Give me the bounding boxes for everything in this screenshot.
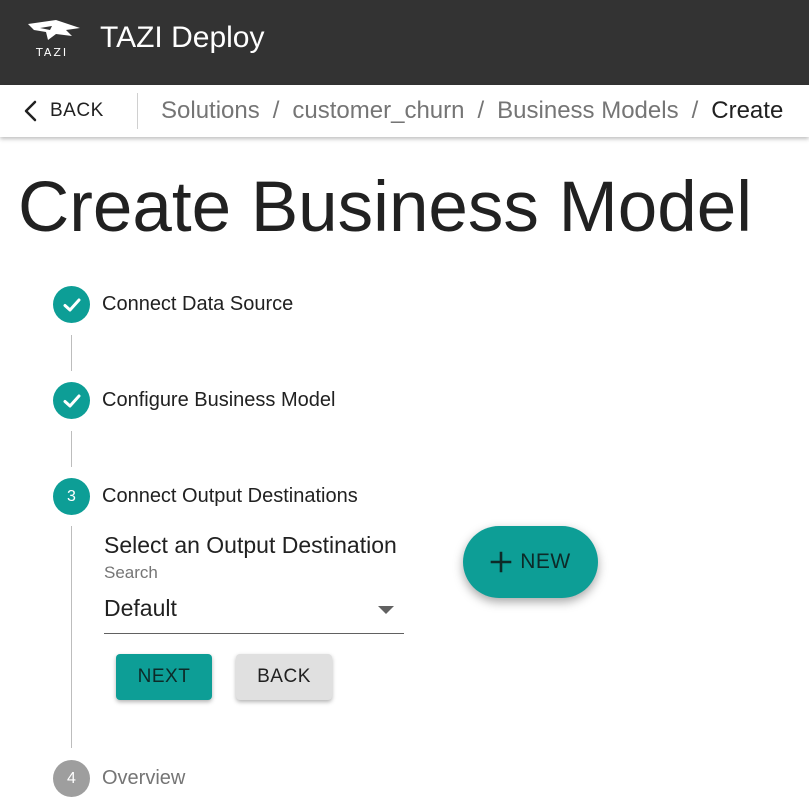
breadcrumb: Solutions / customer_churn / Business Mo…: [161, 85, 783, 137]
breadcrumb-separator: /: [691, 97, 699, 124]
output-destination-title: Select an Output Destination: [104, 532, 397, 558]
app-bar: TAZI TAZI Deploy: [0, 0, 809, 85]
back-button[interactable]: BACK: [236, 654, 332, 700]
step-4-label: Overview: [102, 767, 186, 789]
new-button-label: NEW: [520, 550, 571, 573]
back-link[interactable]: BACK: [22, 85, 104, 137]
step-3-label: Connect Output Destinations: [102, 485, 358, 507]
check-icon: [63, 394, 80, 407]
breadcrumb-customer-churn[interactable]: customer_churn: [292, 97, 464, 125]
step-1-completed-icon: [53, 286, 90, 323]
select-label: Search: [104, 563, 158, 582]
step-1-label: Connect Data Source: [102, 293, 294, 315]
breadcrumb-create: Create: [711, 97, 784, 124]
step-2-completed-icon: [53, 382, 90, 419]
check-icon: [63, 298, 80, 311]
step-4-number-icon: 4: [53, 760, 90, 797]
navigation-bar: BACK Solutions / customer_churn / Busine…: [0, 85, 809, 137]
breadcrumb-solutions[interactable]: Solutions: [161, 97, 260, 125]
caret-down-icon: [378, 606, 394, 614]
breadcrumb-business-models[interactable]: Business Models: [497, 97, 678, 125]
nav-divider: [137, 93, 138, 129]
page-title: Create Business Model: [18, 168, 753, 247]
next-button[interactable]: NEXT: [116, 654, 212, 700]
step-connector: [71, 431, 72, 467]
select-value: Default: [104, 595, 177, 621]
chevron-left-icon: [24, 100, 37, 122]
plus-icon: [490, 551, 512, 573]
new-destination-button[interactable]: NEW: [463, 526, 598, 598]
breadcrumb-separator: /: [272, 97, 280, 124]
app-title: TAZI Deploy: [100, 21, 265, 54]
step-connector: [71, 526, 72, 748]
step-connector: [71, 335, 72, 371]
breadcrumb-separator: /: [477, 97, 485, 124]
logo-text: TAZI: [36, 46, 69, 59]
back-link-label: BACK: [50, 100, 104, 121]
output-destination-select[interactable]: Default: [104, 592, 404, 634]
step-3-number-icon: 3: [53, 478, 90, 515]
step-2-label: Configure Business Model: [102, 389, 336, 411]
